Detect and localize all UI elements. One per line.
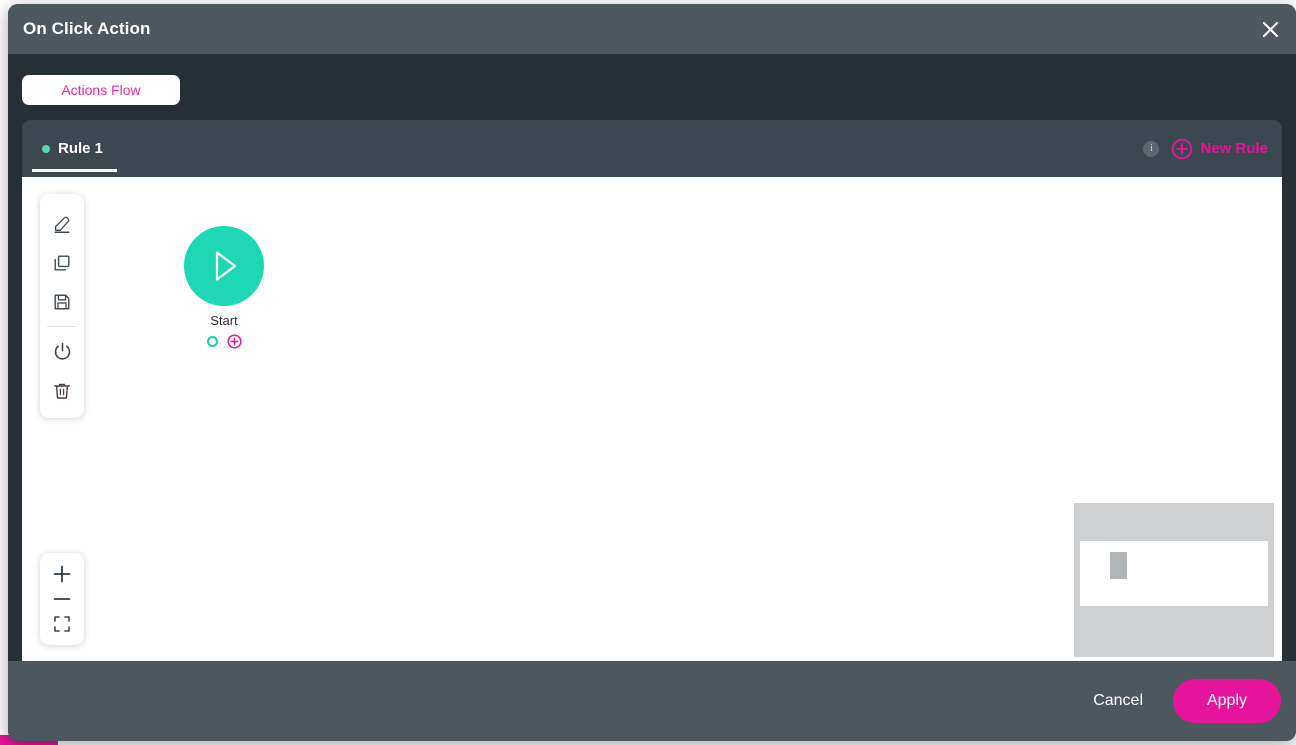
- power-icon: [52, 341, 73, 362]
- flow-tab-row: Actions Flow: [8, 54, 1296, 120]
- info-icon-glyph: i: [1150, 143, 1153, 154]
- pencil-icon: [52, 214, 72, 234]
- zoom-controls: [40, 553, 84, 645]
- minimap-node-marker: [1110, 552, 1127, 579]
- rule-tab-label: Rule 1: [58, 140, 104, 157]
- start-node-circle[interactable]: [184, 226, 264, 306]
- fit-to-screen-button[interactable]: [40, 609, 84, 639]
- minus-icon: [51, 595, 73, 603]
- page-title: On Click Action: [23, 19, 151, 38]
- minimap[interactable]: [1074, 503, 1274, 657]
- rule-bar-actions: i New Rule: [1143, 120, 1268, 177]
- edit-tool-button[interactable]: [40, 204, 84, 243]
- flow-node-start: Start: [170, 226, 278, 349]
- info-icon[interactable]: i: [1143, 140, 1160, 157]
- close-icon[interactable]: [1254, 13, 1286, 45]
- copy-icon: [52, 253, 72, 273]
- add-node-plus-circle-icon[interactable]: [226, 334, 242, 349]
- start-node-label: Start: [210, 313, 238, 328]
- on-click-action-modal: On Click Action Actions Flow Rule 1 i Ne…: [8, 4, 1296, 741]
- toolbar-divider: [47, 326, 77, 327]
- start-node-ports: [206, 334, 242, 349]
- save-tool-button[interactable]: [40, 282, 84, 321]
- fit-to-screen-icon: [52, 614, 72, 634]
- rule-bar: Rule 1 i New Rule: [22, 120, 1282, 177]
- rule-status-dot: [42, 144, 50, 153]
- minimap-viewport[interactable]: [1080, 541, 1268, 606]
- trash-icon: [52, 381, 72, 401]
- modal-titlebar: On Click Action: [8, 4, 1296, 54]
- zoom-out-button[interactable]: [40, 589, 84, 609]
- tab-actions-flow[interactable]: Actions Flow: [22, 75, 180, 105]
- delete-tool-button[interactable]: [40, 371, 84, 410]
- plus-icon: [51, 563, 73, 585]
- node-toolbar: [40, 194, 84, 418]
- rule-tab-rule-1[interactable]: Rule 1: [32, 128, 118, 172]
- plus-circle-icon: [1171, 138, 1193, 160]
- new-rule-label: New Rule: [1200, 140, 1268, 157]
- modal-footer: Cancel Apply: [8, 661, 1296, 741]
- new-rule-button[interactable]: New Rule: [1171, 138, 1268, 160]
- save-icon: [52, 292, 72, 312]
- apply-button[interactable]: Apply: [1173, 679, 1281, 723]
- duplicate-tool-button[interactable]: [40, 243, 84, 282]
- zoom-in-button[interactable]: [40, 559, 84, 589]
- play-icon: [202, 244, 246, 288]
- tab-actions-flow-label: Actions Flow: [61, 82, 141, 98]
- cancel-button[interactable]: Cancel: [1093, 692, 1143, 710]
- node-output-port[interactable]: [206, 336, 218, 347]
- toggle-power-tool-button[interactable]: [40, 332, 84, 371]
- flow-canvas[interactable]: Start: [22, 177, 1282, 661]
